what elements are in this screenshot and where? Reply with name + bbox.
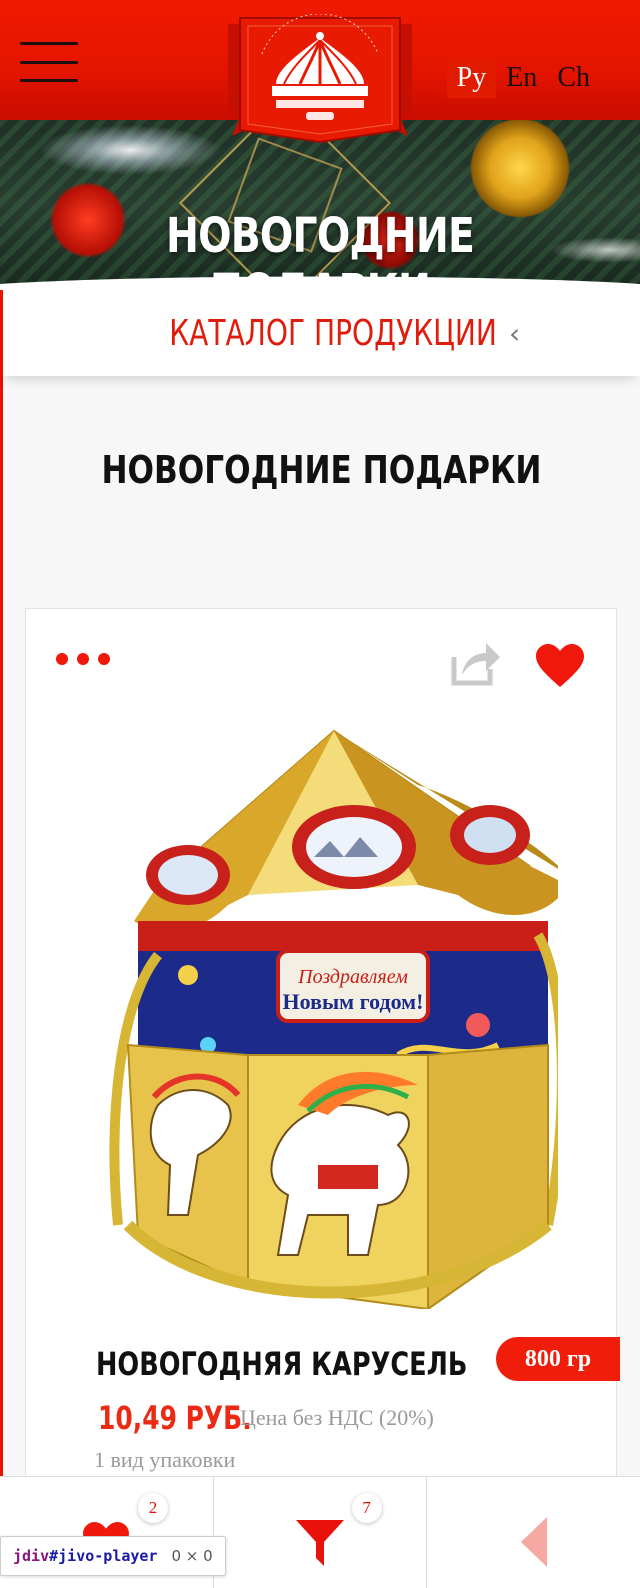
share-icon[interactable] bbox=[450, 639, 502, 687]
dot bbox=[98, 653, 110, 665]
hamburger-line bbox=[20, 60, 78, 64]
chevron-left-icon[interactable]: ‹ bbox=[509, 317, 520, 350]
banner-wave-edge bbox=[0, 276, 640, 290]
triangle-left-icon bbox=[520, 1516, 547, 1567]
lang-ru-button[interactable]: Ру bbox=[446, 58, 497, 98]
brand-logo[interactable] bbox=[222, 14, 418, 146]
svg-text:Поздравляем: Поздравляем bbox=[297, 966, 408, 988]
favorites-count-badge: 2 bbox=[138, 1493, 168, 1523]
more-options-icon[interactable] bbox=[56, 653, 110, 665]
debug-id: #jivo-player bbox=[49, 1547, 158, 1565]
weight-badge: 800 гр bbox=[496, 1337, 620, 1381]
main-content: НОВОГОДНИЕ ПОДАРКИ Поздравляем Новым год… bbox=[0, 376, 640, 1488]
debug-tag: jdiv bbox=[13, 1547, 50, 1565]
product-image[interactable]: Поздравляем Новым годом! bbox=[98, 725, 558, 1309]
lang-ch-button[interactable]: Ch bbox=[547, 58, 600, 98]
product-price: 10,49 РУБ. bbox=[98, 1399, 252, 1437]
lang-en-button[interactable]: En bbox=[496, 58, 547, 98]
debug-size: 0 × 0 bbox=[171, 1547, 213, 1565]
language-switcher: Ру En Ch bbox=[446, 58, 600, 98]
filter-count-badge: 7 bbox=[351, 1493, 382, 1523]
hamburger-line bbox=[20, 42, 78, 45]
devtools-element-tooltip: jdiv#jivo-player 0 × 0 bbox=[0, 1536, 226, 1576]
filter-icon bbox=[296, 1519, 344, 1566]
pack-type[interactable]: 1 вид упаковки bbox=[94, 1447, 235, 1473]
breadcrumb-label[interactable]: КАТАЛОГ ПРОДУКЦИИ bbox=[169, 313, 497, 354]
svg-text:Новым годом!: Новым годом! bbox=[283, 989, 424, 1014]
menu-hamburger-button[interactable] bbox=[20, 42, 78, 82]
collapse-button[interactable] bbox=[427, 1477, 640, 1588]
debug-selector: jdiv#jivo-player bbox=[13, 1547, 158, 1565]
page-title: НОВОГОДНИЕ ПОДАРКИ bbox=[101, 448, 542, 492]
heart-icon[interactable] bbox=[534, 643, 586, 689]
product-card[interactable]: Поздравляем Новым годом! НОВОГОДНЯЯ КАРУ… bbox=[25, 608, 620, 1488]
product-name[interactable]: НОВОГОДНЯЯ КАРУСЕЛЬ bbox=[96, 1345, 467, 1383]
filter-button[interactable]: 7 bbox=[214, 1477, 428, 1588]
hamburger-line bbox=[20, 79, 78, 82]
dot bbox=[77, 653, 89, 665]
breadcrumb[interactable]: КАТАЛОГ ПРОДУКЦИИ ‹ bbox=[0, 290, 640, 376]
price-note: Цена без НДС (20%) bbox=[240, 1405, 434, 1430]
dot bbox=[56, 653, 68, 665]
